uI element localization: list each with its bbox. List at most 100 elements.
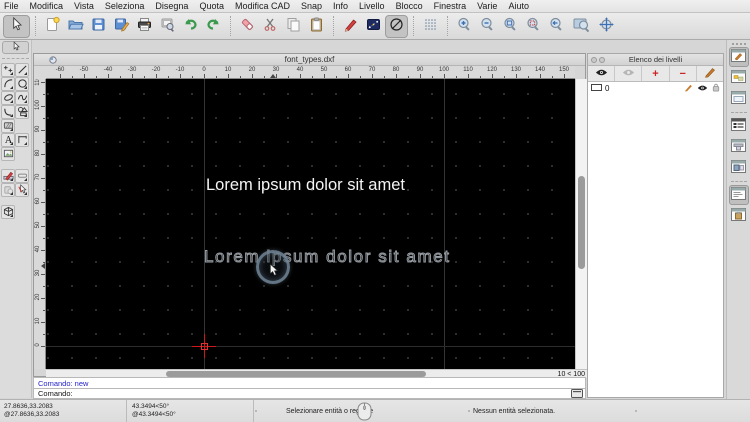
line-tool-button[interactable] bbox=[15, 63, 29, 77]
zoom-auto-button[interactable] bbox=[499, 15, 522, 38]
circle-icon bbox=[17, 77, 28, 92]
print-button[interactable] bbox=[133, 15, 156, 38]
toggle-preview-button[interactable] bbox=[729, 158, 749, 178]
menu-item-seleziona[interactable]: Seleziona bbox=[105, 1, 145, 11]
cad-toolbar: A bbox=[0, 40, 32, 398]
zoom-redraw-button[interactable] bbox=[595, 15, 618, 38]
save-button[interactable] bbox=[87, 15, 110, 38]
spline-tool-button[interactable] bbox=[15, 91, 29, 105]
separator bbox=[447, 16, 448, 36]
snap-points-button[interactable] bbox=[362, 15, 385, 38]
toggle-library-browser-button[interactable] bbox=[729, 89, 749, 109]
cad-text-stroke[interactable]: Lorem ipsum dolor sit amet bbox=[204, 247, 451, 267]
zoom-out-button[interactable] bbox=[476, 15, 499, 38]
menu-item-disegna[interactable]: Disegna bbox=[155, 1, 188, 11]
toggle-property-editor-button[interactable] bbox=[728, 47, 749, 67]
arc-tool-button[interactable] bbox=[1, 77, 15, 91]
left-select-tool-button[interactable] bbox=[2, 40, 29, 54]
menu-item-varie[interactable]: Varie bbox=[477, 1, 497, 11]
image-tool-button[interactable] bbox=[1, 147, 15, 161]
circle-tool-button[interactable] bbox=[15, 77, 29, 91]
select-tool-button[interactable] bbox=[3, 14, 30, 38]
toggle-clipboard-button[interactable] bbox=[729, 206, 749, 226]
toggle-widget-button[interactable] bbox=[729, 137, 749, 157]
toggle-block-list-button[interactable] bbox=[729, 68, 749, 88]
ruler-tick bbox=[41, 178, 45, 179]
grid-button[interactable] bbox=[419, 15, 442, 38]
ellipse-tool-button[interactable] bbox=[1, 91, 15, 105]
zoom-pan-button[interactable] bbox=[568, 15, 595, 38]
menu-item-livello[interactable]: Livello bbox=[359, 1, 385, 11]
menu-item-finestra[interactable]: Finestra bbox=[434, 1, 467, 11]
ruler-tick bbox=[41, 274, 45, 275]
edit-layer-button[interactable] bbox=[697, 66, 723, 81]
cut-button[interactable] bbox=[259, 15, 282, 38]
copy-button[interactable] bbox=[282, 15, 305, 38]
ruler-tick-label: 70 bbox=[35, 173, 41, 181]
add-layer-button[interactable]: + bbox=[642, 66, 670, 81]
ruler-tick bbox=[41, 298, 45, 299]
main-toolbar bbox=[0, 13, 750, 40]
paste-tool-button[interactable] bbox=[1, 183, 15, 197]
layer-row[interactable]: 0 bbox=[588, 82, 723, 95]
drawing-canvas[interactable]: Lorem ipsum dolor sit amet Lorem ipsum d… bbox=[46, 79, 575, 369]
menu-item-quota[interactable]: Quota bbox=[199, 1, 224, 11]
ruler-tick bbox=[240, 76, 241, 78]
redo-button[interactable] bbox=[202, 15, 225, 38]
layer-panel-titlebar[interactable]: Elenco dei livelli bbox=[588, 54, 723, 66]
vertical-scrollbar[interactable] bbox=[575, 79, 587, 369]
new-file-button[interactable] bbox=[41, 15, 64, 38]
ruler-tick-label: -20 bbox=[151, 67, 161, 73]
ruler-tick-label: 120 bbox=[486, 67, 498, 73]
save-as-button[interactable] bbox=[110, 15, 133, 38]
menu-item-aiuto[interactable]: Aiuto bbox=[508, 1, 529, 11]
menu-item-file[interactable]: File bbox=[4, 1, 19, 11]
layer-visible-icon[interactable] bbox=[697, 84, 708, 94]
open-file-button[interactable] bbox=[64, 15, 87, 38]
zoom-in-button[interactable] bbox=[453, 15, 476, 38]
offset-tool-button[interactable] bbox=[15, 169, 29, 183]
points-tool-button[interactable] bbox=[1, 63, 15, 77]
layer-edit-icon[interactable] bbox=[684, 83, 693, 94]
toggle-command-line-button[interactable] bbox=[728, 185, 749, 205]
undo-button[interactable] bbox=[179, 15, 202, 38]
print-preview-button[interactable] bbox=[156, 15, 179, 38]
menu-item-modifica-cad[interactable]: Modifica CAD bbox=[235, 1, 290, 11]
eraser-button[interactable] bbox=[236, 15, 259, 38]
cad-text-truetype[interactable]: Lorem ipsum dolor sit amet bbox=[206, 176, 405, 195]
menu-item-info[interactable]: Info bbox=[333, 1, 348, 11]
shape-tool-button[interactable] bbox=[15, 105, 29, 119]
ruler-tick-label: 10 bbox=[35, 317, 41, 325]
menu-item-vista[interactable]: Vista bbox=[74, 1, 94, 11]
select-entities-tool-button[interactable] bbox=[15, 183, 29, 197]
hide-all-layers-button[interactable] bbox=[615, 66, 643, 81]
command-input[interactable] bbox=[74, 389, 570, 398]
toggle-layer-list-button[interactable] bbox=[729, 116, 749, 136]
dimension-tool-button[interactable] bbox=[15, 133, 29, 147]
layer-lock-icon[interactable] bbox=[712, 83, 720, 94]
menu-item-blocco[interactable]: Blocco bbox=[396, 1, 423, 11]
menu-item-snap[interactable]: Snap bbox=[301, 1, 322, 11]
absolute-coordinate: 27.8636,33.2083 bbox=[4, 403, 53, 410]
command-options-button[interactable] bbox=[570, 389, 583, 398]
zoom-previous-button[interactable] bbox=[545, 15, 568, 38]
drawing-window-titlebar[interactable]: font_types.dxf bbox=[34, 54, 585, 66]
show-all-layers-button[interactable] bbox=[588, 66, 616, 81]
remove-layer-button[interactable]: − bbox=[670, 66, 697, 81]
restrict-off-button[interactable] bbox=[385, 14, 408, 38]
polyline-tool-button[interactable] bbox=[1, 105, 15, 119]
ruler-tick-label: -40 bbox=[103, 67, 113, 73]
zoom-previous-icon bbox=[548, 16, 565, 36]
ruler-tick bbox=[43, 310, 45, 311]
zoom-window-button[interactable] bbox=[522, 15, 545, 38]
vertical-scrollbar-thumb[interactable] bbox=[578, 176, 585, 269]
modify-tool-button[interactable] bbox=[1, 169, 15, 183]
solid-tool-button[interactable] bbox=[1, 205, 15, 219]
separator bbox=[230, 16, 231, 36]
zoom-out-icon bbox=[479, 16, 496, 36]
paste-button[interactable] bbox=[305, 15, 328, 38]
draw-pen-button[interactable] bbox=[339, 15, 362, 38]
menu-item-modifica[interactable]: Modifica bbox=[30, 1, 64, 11]
text-tool-button[interactable]: A bbox=[1, 133, 15, 147]
hatch-tool-button[interactable] bbox=[1, 119, 15, 133]
